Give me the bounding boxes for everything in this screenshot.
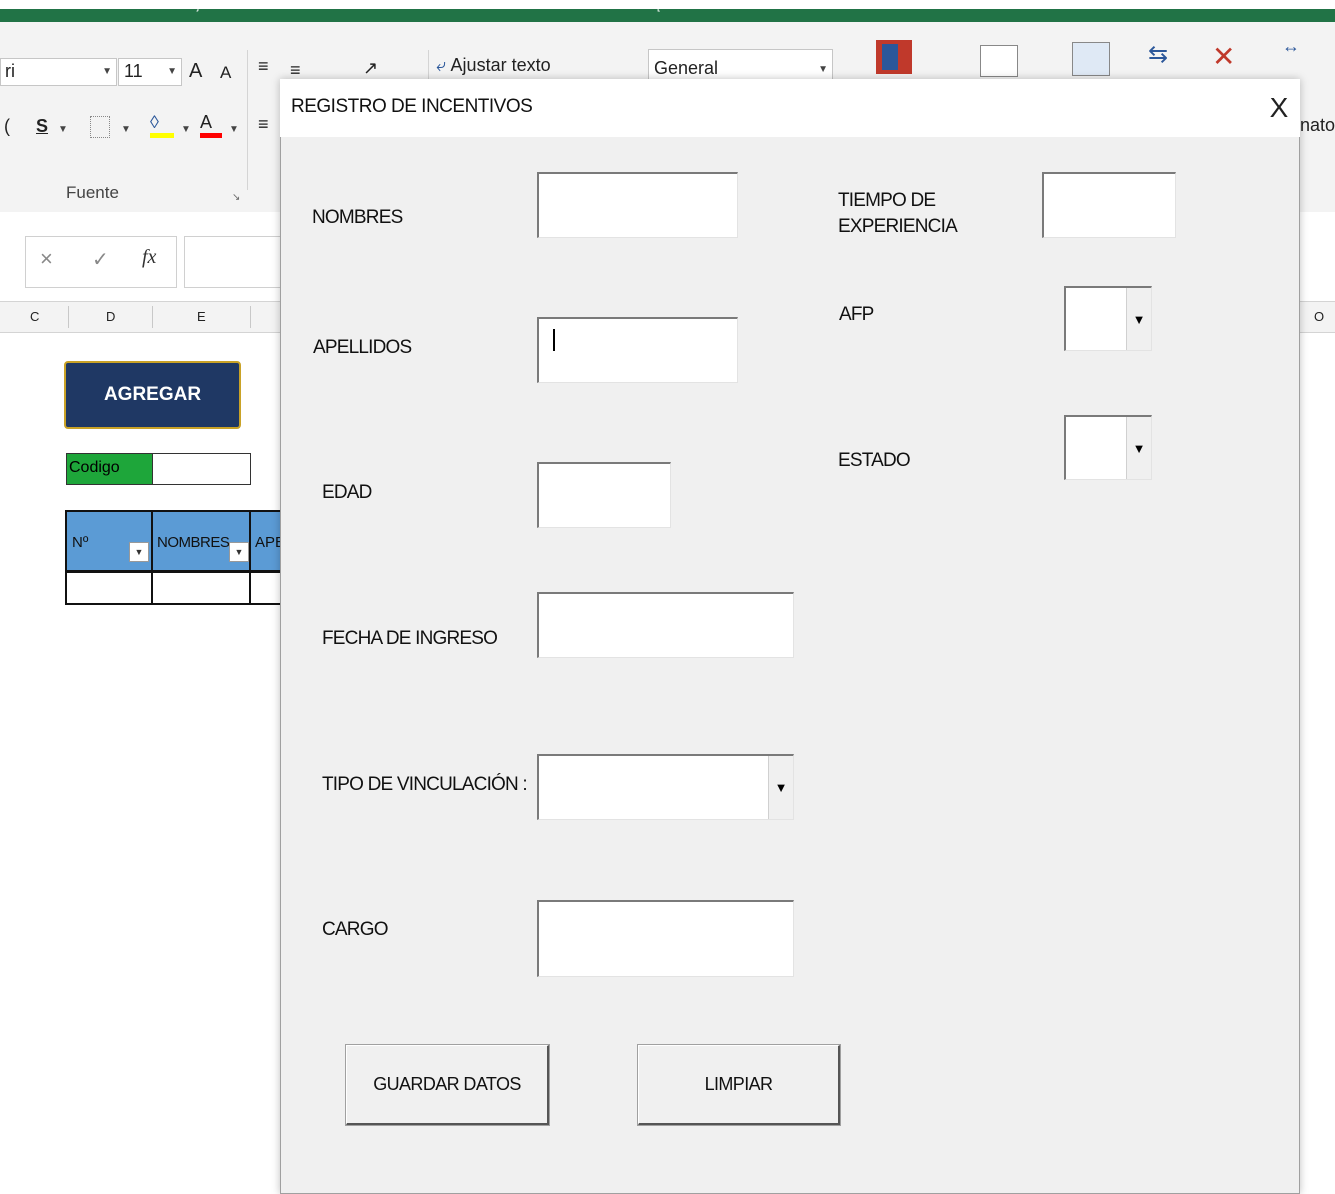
wrap-text-icon: ⤶ [436,55,447,75]
formula-buttons: × ✓ fx [25,236,177,288]
table-cell[interactable] [65,571,153,605]
chevron-down-icon[interactable]: ▼ [1126,288,1151,350]
cargo-input[interactable] [537,900,794,977]
wrap-text-button[interactable]: ⤶ Ajustar texto [436,55,551,76]
table-header-nombres[interactable]: NOMBRES ▼ [151,510,251,572]
column-header-d[interactable]: D [106,309,115,324]
format-cells-icon[interactable]: ↔ [1282,36,1312,76]
wrap-text-label: Ajustar texto [450,55,551,75]
excel-title-strip [0,9,1335,22]
font-color-icon: A [200,112,213,132]
format-as-table-icon[interactable] [980,45,1018,77]
close-icon[interactable]: X [1264,92,1294,124]
grow-font-button[interactable]: A [189,60,202,83]
title-fragment-2: • [ • [650,0,667,12]
insert-cells-icon[interactable]: ⇆ [1148,40,1184,74]
group-fuente-label: Fuente [66,183,119,202]
label-nombres: NOMBRES [312,207,403,228]
fill-color-button[interactable]: ◊ [150,112,174,138]
column-header-e[interactable]: E [197,309,206,324]
table-header-no[interactable]: Nº ▼ [65,510,153,572]
fecha-ingreso-input[interactable] [537,592,794,658]
borders-icon[interactable] [90,116,110,138]
chevron-down-icon: ▼ [818,64,828,75]
dialog-title: REGISTRO DE INCENTIVOS [291,96,533,117]
label-tiempo-experiencia-line2: EXPERIENCIA [838,216,958,237]
chevron-down-icon: ▼ [58,124,68,135]
chevron-down-icon[interactable]: ▼ [768,756,793,819]
table-cell[interactable] [151,571,251,605]
delete-cells-icon[interactable]: ✕ [1212,40,1248,74]
font-size-value: 11 [124,61,143,81]
limpiar-button[interactable]: LIMPIAR [637,1044,841,1126]
apellidos-input[interactable] [537,317,738,383]
cell-styles-icon[interactable] [1072,42,1110,76]
label-fecha-ingreso: FECHA DE INGRESO [322,628,498,649]
font-name-combo[interactable]: ri ▼ [0,58,117,86]
table-header-no-label: Nº [72,534,89,551]
underline-button[interactable]: S [36,116,48,137]
label-afp: AFP [839,304,874,325]
edad-input[interactable] [537,462,671,528]
nombres-input[interactable] [537,172,738,238]
align-left-icon[interactable]: ≡ [258,114,269,135]
text-cursor [553,329,555,351]
agregar-button[interactable]: AGREGAR [64,361,241,429]
label-estado: ESTADO [838,450,911,471]
label-edad: EDAD [322,482,372,503]
font-color-swatch [200,133,222,138]
afp-combo[interactable]: ▼ [1064,286,1152,351]
guardar-datos-button[interactable]: GUARDAR DATOS [345,1044,550,1126]
conditional-format-icon[interactable] [876,40,912,74]
codigo-label: Codigo [66,453,153,485]
label-apellidos: APELLIDOS [313,337,412,358]
chevron-down-icon: ▼ [181,124,191,135]
font-name-value: ri [5,61,15,81]
shrink-font-button[interactable]: A [220,63,231,83]
insert-function-icon[interactable]: fx [142,246,156,269]
formula-input[interactable] [184,236,286,288]
chevron-down-icon: ▼ [102,66,112,77]
chevron-down-icon: ▼ [167,66,177,77]
column-header-o[interactable]: O [1314,309,1324,324]
label-tiempo-experiencia-line1: TIEMPO DE [838,190,936,211]
estado-combo[interactable]: ▼ [1064,415,1152,480]
label-tipo-vinculacion: TIPO DE VINCULACIÓN : [322,774,528,795]
title-fragment-1: r j [190,0,200,12]
chevron-down-icon[interactable]: ▼ [1126,417,1151,479]
chevron-down-icon: ▼ [229,124,239,135]
number-format-combo[interactable]: General ▼ [648,49,833,81]
tipo-vinculacion-combo[interactable]: ▼ [537,754,794,820]
table-header-nombres-label: NOMBRES [157,534,230,551]
italic-fragment: ( [4,116,10,136]
column-header-c[interactable]: C [30,309,39,324]
fill-color-icon: ◊ [150,112,159,132]
align-top-icon[interactable]: ≡ [258,56,269,77]
ribbon-separator [247,50,248,190]
label-cargo: CARGO [322,919,388,940]
chevron-down-icon: ▼ [121,124,131,135]
orientation-icon[interactable]: ↗ [363,58,378,79]
format-label-fragment: nato [1300,115,1335,135]
codigo-value-cell[interactable] [152,453,251,485]
cancel-icon[interactable]: × [40,246,53,272]
tiempo-experiencia-input[interactable] [1042,172,1176,238]
fill-color-swatch [150,133,174,138]
font-color-button[interactable]: A [200,112,222,138]
enter-icon[interactable]: ✓ [92,247,109,272]
filter-dropdown-icon[interactable]: ▼ [229,542,249,562]
dialog-launcher-icon[interactable]: ↘ [232,192,240,203]
filter-dropdown-icon[interactable]: ▼ [129,542,149,562]
font-size-combo[interactable]: 11 ▼ [118,58,182,86]
number-format-value: General [654,58,719,78]
align-middle-icon[interactable]: ≡ [290,60,301,81]
